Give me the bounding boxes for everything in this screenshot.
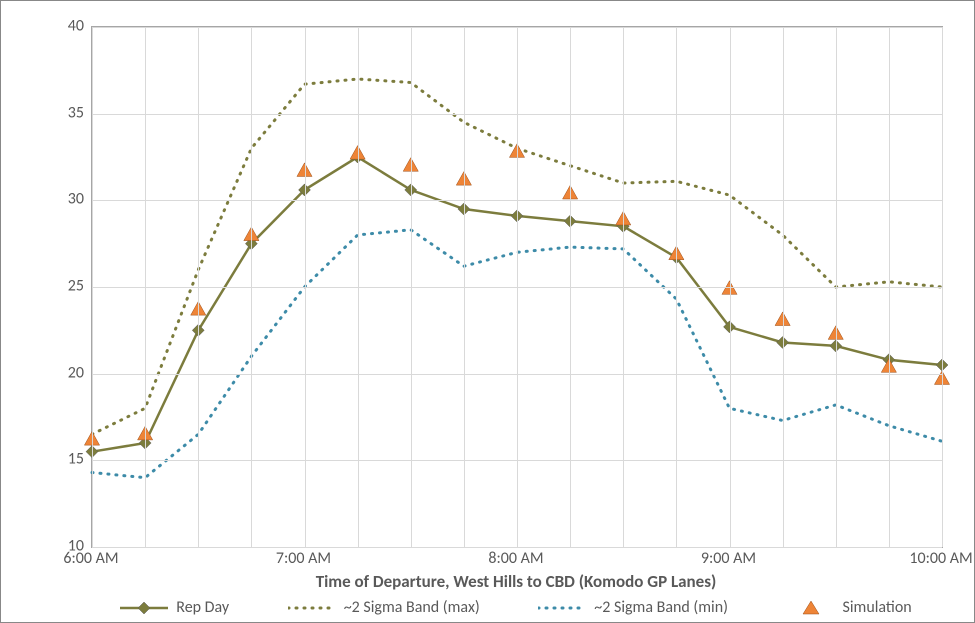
y-tick-label: 20 [44, 363, 84, 382]
gridline-vertical [676, 27, 677, 547]
x-tick-label: 10:00 AM [909, 549, 972, 568]
legend-label: ~2 Sigma Band (max) [344, 598, 480, 617]
legend-item: ~2 Sigma Band (min) [538, 598, 728, 617]
x-tick-label: 7:00 AM [276, 549, 331, 568]
legend-item: ~2 Sigma Band (max) [288, 598, 480, 617]
legend-label: Simulation [843, 598, 912, 617]
plot-area [91, 26, 943, 548]
x-tick-label: 6:00 AM [63, 549, 118, 568]
y-tick-label: 40 [44, 17, 84, 36]
y-tick-label: 15 [44, 450, 84, 469]
legend-swatch [538, 600, 586, 616]
gridline-vertical [942, 27, 943, 547]
y-tick-label: 35 [44, 103, 84, 122]
y-tick-label: 30 [44, 190, 84, 209]
y-tick-label: 25 [44, 277, 84, 296]
gridline-vertical [411, 27, 412, 547]
legend-swatch [288, 600, 336, 616]
gridline-vertical [358, 27, 359, 547]
legend-swatch [787, 600, 835, 616]
chart-frame: Travel Time, AM Peak Period Time of Depa… [0, 0, 975, 623]
gridline-vertical [145, 27, 146, 547]
x-axis-label: Time of Departure, West Hills to CBD (Ko… [91, 571, 941, 592]
legend: Rep Day ~2 Sigma Band (max) ~2 Sigma Band … [91, 598, 941, 617]
gridline-vertical [251, 27, 252, 547]
gridline-vertical [92, 27, 93, 547]
legend-item: Simulation [787, 598, 912, 617]
legend-label: ~2 Sigma Band (min) [594, 598, 728, 617]
gridline-vertical [517, 27, 518, 547]
x-tick-label: 9:00 AM [701, 549, 756, 568]
gridline-vertical [783, 27, 784, 547]
gridline-vertical [305, 27, 306, 547]
gridline-vertical [836, 27, 837, 547]
gridline-vertical [570, 27, 571, 547]
legend-label: Rep Day [176, 598, 229, 617]
gridline-vertical [730, 27, 731, 547]
legend-swatch [120, 600, 168, 616]
x-tick-label: 8:00 AM [488, 549, 543, 568]
gridline-vertical [889, 27, 890, 547]
gridline-vertical [464, 27, 465, 547]
gridline-horizontal [92, 547, 942, 548]
gridline-vertical [198, 27, 199, 547]
legend-item: Rep Day [120, 598, 229, 617]
gridline-vertical [623, 27, 624, 547]
